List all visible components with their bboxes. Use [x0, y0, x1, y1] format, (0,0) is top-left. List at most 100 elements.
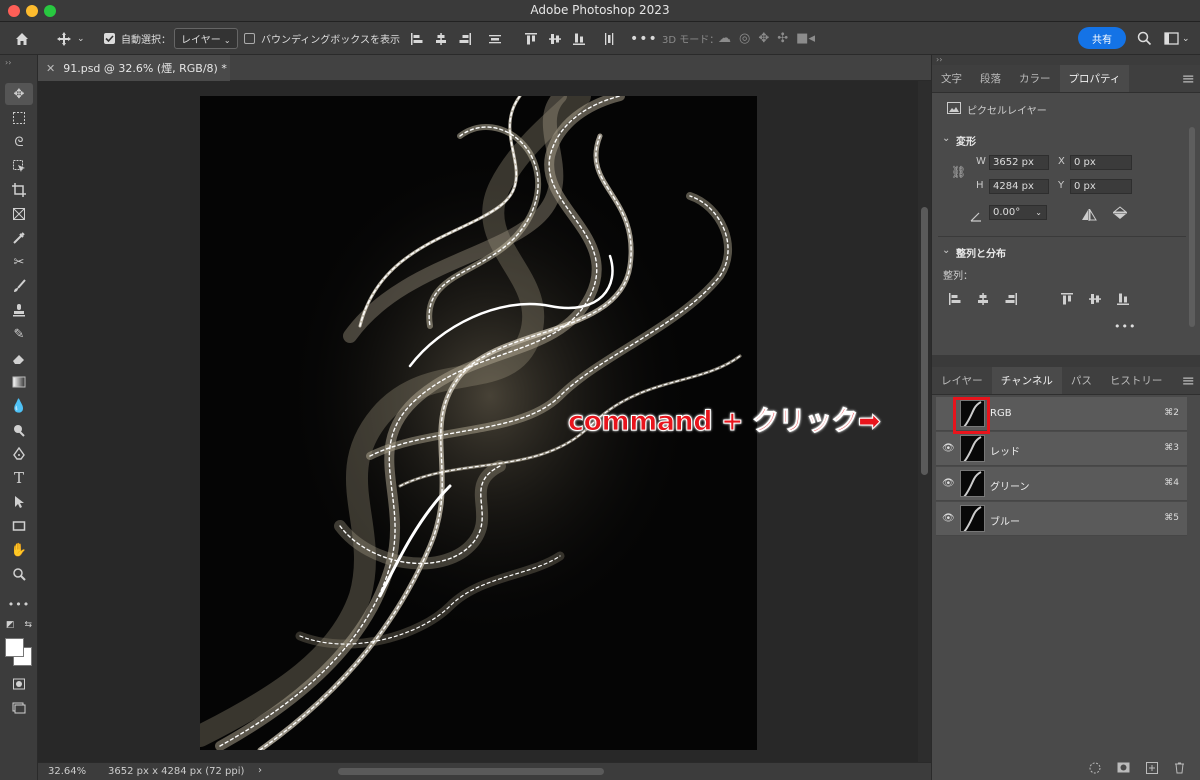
roll-3d-icon[interactable]: ◎ [739, 31, 750, 46]
channel-row-blue[interactable]: 👁 ブルー ⌘5 [936, 502, 1187, 536]
vertical-scroll-thumb[interactable] [921, 207, 928, 475]
tab-paths[interactable]: パス [1062, 367, 1101, 394]
orbit-3d-icon[interactable]: ☁ [718, 31, 731, 46]
vertical-scrollbar[interactable] [918, 81, 931, 762]
lasso-tool[interactable]: ᘓ [5, 131, 33, 153]
align-top-edges-icon[interactable] [1060, 292, 1074, 306]
type-tool[interactable]: T [5, 467, 33, 489]
screen-mode-button[interactable] [5, 697, 33, 719]
brush-tool[interactable] [5, 275, 33, 297]
chevron-down-icon[interactable]: ⌄ [942, 245, 950, 256]
drag-3d-icon[interactable]: ✥ [758, 31, 769, 46]
title-bar: Adobe Photoshop 2023 [0, 0, 1200, 22]
healing-brush-tool[interactable]: ✂ [5, 251, 33, 273]
object-select-tool[interactable] [5, 155, 33, 177]
align-horizontal-centers-icon[interactable] [434, 32, 448, 46]
align-top-edges-icon[interactable] [524, 32, 538, 46]
eye-icon[interactable]: 👁 [942, 443, 955, 454]
channel-row-red[interactable]: 👁 レッド ⌘3 [936, 432, 1187, 466]
panel-menu-icon[interactable]: ≡ [1182, 65, 1200, 92]
align-bottom-edges-icon[interactable] [572, 32, 586, 46]
search-button[interactable] [1137, 22, 1152, 55]
crop-tool[interactable] [5, 179, 33, 201]
eraser-tool[interactable] [5, 347, 33, 369]
path-selection-tool[interactable] [5, 491, 33, 513]
default-colors-icon: ◩ [6, 620, 15, 630]
dodge-tool[interactable] [5, 419, 33, 441]
align-vertical-centers-icon[interactable] [548, 32, 562, 46]
more-icon[interactable]: ••• [1114, 320, 1136, 333]
collapse-panels-icon[interactable]: ›› [932, 55, 1200, 65]
properties-scroll-thumb[interactable] [1189, 127, 1195, 327]
flip-vertical-icon[interactable] [1112, 205, 1128, 224]
pen-tool[interactable] [5, 443, 33, 465]
rectangle-tool[interactable] [5, 515, 33, 537]
clone-stamp-tool[interactable] [5, 299, 33, 321]
home-button[interactable] [14, 22, 30, 55]
color-reset-swap[interactable]: ◩ ⇆ [5, 618, 33, 632]
auto-select-dropdown[interactable]: レイヤー ⌄ [174, 22, 238, 55]
more-options-button[interactable]: ••• [630, 22, 658, 55]
tab-layers[interactable]: レイヤー [932, 367, 992, 394]
trash-icon[interactable] [1174, 762, 1185, 774]
properties-panel-tabs: 文字 段落 カラー プロパティ ≡ [932, 65, 1200, 93]
collapse-toolbar-icon[interactable]: ›› [5, 57, 33, 67]
width-field[interactable]: 3652 px [989, 155, 1049, 170]
marquee-tool[interactable] [5, 107, 33, 129]
distribute-horizontal-icon[interactable] [602, 32, 616, 46]
chevron-down-icon[interactable]: ⌄ [942, 133, 950, 144]
frame-tool[interactable] [5, 203, 33, 225]
history-brush-tool[interactable]: ✎ [5, 323, 33, 345]
eye-icon[interactable]: 👁 [942, 478, 955, 489]
align-horizontal-centers-icon[interactable] [976, 292, 990, 306]
divider [938, 236, 1186, 237]
height-field[interactable]: 4284 px [989, 179, 1049, 194]
close-tab-icon[interactable]: ✕ [46, 62, 55, 75]
blur-tool[interactable]: 💧 [5, 395, 33, 417]
align-left-edges-icon[interactable] [410, 32, 424, 46]
slide-3d-icon[interactable]: ✣ [777, 31, 788, 46]
flip-horizontal-icon[interactable] [1081, 206, 1097, 225]
horizontal-scroll-thumb[interactable] [338, 768, 604, 775]
new-channel-icon[interactable] [1146, 761, 1158, 774]
auto-select-checkbox[interactable]: 自動選択： [104, 22, 171, 55]
camera-3d-icon[interactable]: ■◂ [796, 31, 815, 46]
move-tool[interactable]: ✥ [5, 83, 33, 105]
align-right-edges-icon[interactable] [1004, 292, 1018, 306]
channel-row-green[interactable]: 👁 グリーン ⌘4 [936, 467, 1187, 501]
save-selection-icon[interactable] [1117, 762, 1130, 773]
angle-field[interactable]: 0.00° ⌄ [989, 205, 1047, 220]
eyedropper-tool[interactable] [5, 227, 33, 249]
chevron-right-icon[interactable]: › [258, 765, 262, 776]
tab-channels[interactable]: チャンネル [991, 367, 1062, 394]
document-tab[interactable]: ✕ 91.psd @ 32.6% (煙, RGB/8) * [38, 55, 230, 81]
y-field[interactable]: 0 px [1070, 179, 1132, 194]
hand-tool[interactable]: ✋ [5, 539, 33, 561]
align-right-edges-icon[interactable] [458, 32, 472, 46]
link-icon[interactable]: ⛓ [951, 165, 966, 179]
tab-color[interactable]: カラー [1010, 65, 1060, 92]
align-vertical-centers-icon[interactable] [1088, 292, 1102, 306]
panel-menu-icon[interactable]: ≡ [1182, 367, 1200, 394]
window-title: Adobe Photoshop 2023 [530, 3, 670, 17]
workspace-button[interactable]: ⌄ [1164, 22, 1190, 55]
tab-paragraph[interactable]: 段落 [971, 65, 1010, 92]
tab-history[interactable]: ヒストリー [1101, 367, 1172, 394]
edit-toolbar-button[interactable]: ••• [5, 593, 33, 615]
gradient-tool[interactable] [5, 371, 33, 393]
zoom-tool[interactable] [5, 563, 33, 585]
bounding-box-checkbox[interactable]: バウンディングボックスを表示 [244, 22, 400, 55]
load-selection-icon[interactable] [1089, 762, 1101, 774]
x-field[interactable]: 0 px [1070, 155, 1132, 170]
zoom-level[interactable]: 32.64% [48, 766, 86, 777]
share-button[interactable]: 共有 [1078, 27, 1126, 49]
eye-icon[interactable]: 👁 [942, 513, 955, 524]
tab-character[interactable]: 文字 [932, 65, 971, 92]
distribute-vertical-icon[interactable] [488, 32, 502, 46]
align-left-edges-icon[interactable] [948, 292, 962, 306]
quick-mask-button[interactable] [5, 673, 33, 695]
align-bottom-edges-icon[interactable] [1116, 292, 1130, 306]
tab-properties[interactable]: プロパティ [1059, 65, 1130, 92]
move-tool-preset[interactable]: ⌄ [56, 22, 85, 55]
foreground-color-swatch[interactable] [5, 638, 24, 657]
